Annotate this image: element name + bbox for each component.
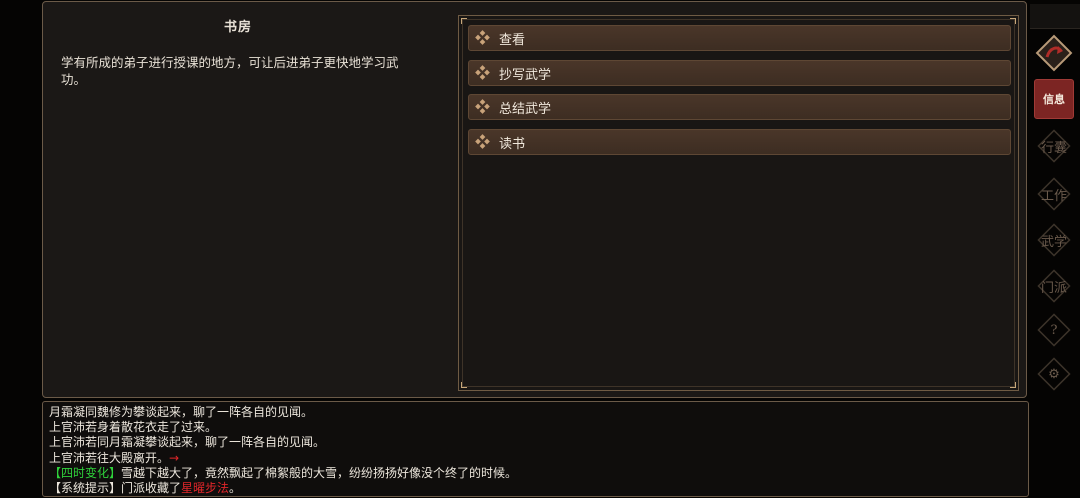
log-line: 【四时变化】雪越下越大了，竟然飘起了棉絮般的大雪，纷纷扬扬好像没个终了的时候。	[49, 466, 1028, 481]
back-icon	[1035, 34, 1073, 72]
arrow-icon: →	[169, 450, 180, 465]
martial-arts-tab-button[interactable]: 武学	[1034, 220, 1074, 260]
diamond-icon	[475, 134, 491, 150]
gear-icon: ⚙	[1048, 366, 1060, 382]
info-tab-button[interactable]: 信息	[1034, 79, 1074, 119]
log-tag: 【系统提示】	[49, 481, 122, 496]
inventory-tab-label: 行囊	[1040, 140, 1067, 156]
log-text: 门派收藏了	[121, 481, 182, 496]
back-button[interactable]	[1034, 33, 1074, 73]
read-books-label: 读书	[499, 136, 526, 152]
view-button-label: 查看	[499, 32, 526, 48]
diamond-icon	[475, 30, 491, 46]
action-list-panel: 查看 抄写武学 总结武学 读书	[458, 15, 1019, 391]
sect-tab-label: 门派	[1040, 280, 1067, 296]
building-title: 书房	[223, 20, 252, 35]
diamond-icon	[475, 65, 491, 81]
martial-arts-tab-label: 武学	[1040, 234, 1067, 250]
log-line: 上官沛若身着散花衣走了过来。	[49, 420, 218, 435]
corner-ornament	[461, 18, 467, 24]
log-text: 。	[229, 481, 242, 496]
building-description: 学有所成的弟子进行授课的地方，可让后进弟子更快地学习武功。	[61, 55, 399, 87]
corner-ornament	[1010, 18, 1016, 24]
copy-martial-arts-label: 抄写武学	[499, 67, 552, 83]
read-books-button[interactable]: 读书	[468, 129, 1011, 155]
log-tag: 【四时变化】	[49, 465, 122, 480]
log-highlight: 星曜步法	[181, 481, 230, 496]
log-line: 月霜凝同魏修为攀谈起来，聊了一阵各自的见闻。	[49, 405, 314, 419]
log-line: 上官沛若往大殿离开。→	[49, 451, 1028, 466]
view-button[interactable]: 查看	[468, 25, 1011, 51]
log-text: 雪越下越大了，竟然飘起了棉絮般的大雪，纷纷扬扬好像没个终了的时候。	[121, 465, 518, 480]
log-text: 上官沛若往大殿离开。	[49, 450, 170, 465]
game-screen: 书房 学有所成的弟子进行授课的地方，可让后进弟子更快地学习武功。 查看 抄写武学	[0, 0, 1080, 498]
log-line: 【系统提示】门派收藏了星曜步法。	[49, 481, 1028, 496]
work-tab-button[interactable]: 工作	[1034, 174, 1074, 214]
summarize-martial-arts-label: 总结武学	[499, 101, 552, 117]
help-icon: ?	[1050, 322, 1058, 338]
side-top-bar	[1030, 4, 1080, 29]
work-tab-label: 工作	[1040, 188, 1067, 204]
settings-button[interactable]: ⚙	[1034, 354, 1074, 394]
diamond-icon	[475, 99, 491, 115]
log-line: 上官沛若同月霜凝攀谈起来，聊了一阵各自的见闻。	[49, 435, 326, 450]
inventory-tab-button[interactable]: 行囊	[1034, 126, 1074, 166]
help-button[interactable]: ?	[1034, 310, 1074, 350]
corner-ornament	[461, 382, 467, 388]
building-panel: 书房 学有所成的弟子进行授课的地方，可让后进弟子更快地学习武功。 查看 抄写武学	[42, 1, 1027, 398]
sect-tab-button[interactable]: 门派	[1034, 266, 1074, 306]
corner-ornament	[1010, 382, 1016, 388]
copy-martial-arts-button[interactable]: 抄写武学	[468, 60, 1011, 86]
event-log[interactable]: 月霜凝同魏修为攀谈起来，聊了一阵各自的见闻。 上官沛若身着散花衣走了过来。 上官…	[42, 401, 1029, 497]
summarize-martial-arts-button[interactable]: 总结武学	[468, 94, 1011, 120]
